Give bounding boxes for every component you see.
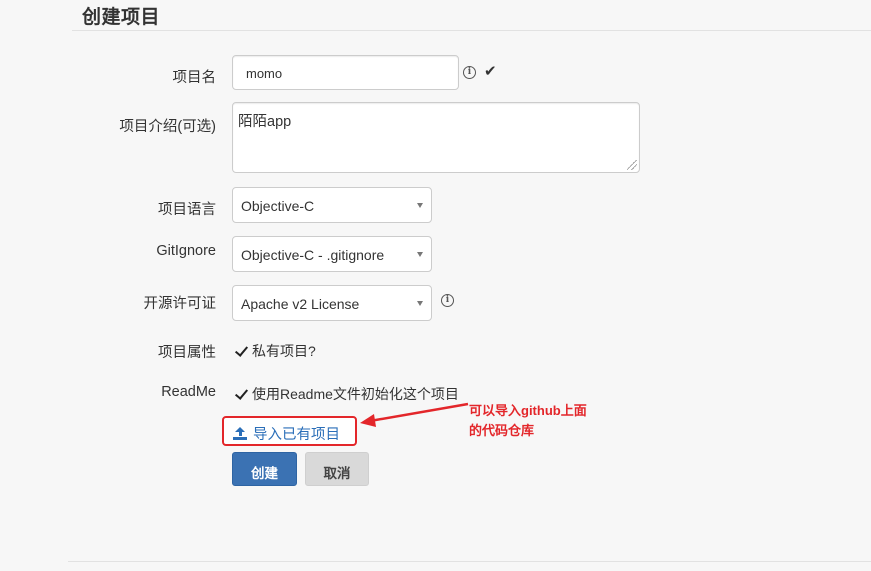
annotation-arrow: [360, 402, 469, 427]
upload-icon: [233, 427, 247, 440]
readme-label: ReadMe: [161, 384, 216, 400]
chevron-down-icon: [417, 252, 423, 257]
annotation-text: 可以导入github上面 的代码仓库: [469, 401, 609, 441]
resize-grip-icon[interactable]: [627, 160, 637, 170]
annotation-line-2: 的代码仓库: [469, 423, 535, 438]
page-title: 创建项目: [82, 7, 161, 28]
visibility-label: 项目属性: [158, 345, 216, 361]
annotation-line-1: 可以导入github上面: [469, 403, 587, 418]
info-icon[interactable]: i: [441, 294, 454, 307]
chevron-down-icon: [417, 203, 423, 208]
project-name-input[interactable]: momo: [232, 55, 459, 90]
project-name-label: 项目名: [172, 70, 217, 86]
license-label: 开源许可证: [143, 296, 217, 312]
project-language-label: 项目语言: [158, 202, 216, 218]
cancel-button[interactable]: 取消: [305, 452, 369, 486]
import-existing-project-link[interactable]: 导入已有项目: [222, 416, 357, 446]
check-icon: ✔: [484, 63, 497, 80]
project-description-label: 项目介绍(可选): [119, 119, 216, 135]
license-value: Apache v2 License: [241, 296, 360, 312]
import-existing-project-label: 导入已有项目: [253, 427, 340, 443]
create-button[interactable]: 创建: [232, 452, 297, 486]
gitignore-value: Objective-C - .gitignore: [241, 247, 385, 263]
bottom-divider: [68, 561, 871, 562]
chevron-down-icon: [417, 301, 423, 306]
readme-checkbox[interactable]: [235, 388, 247, 400]
project-description-textarea[interactable]: 陌陌app: [232, 102, 640, 173]
project-language-select[interactable]: Objective-C: [232, 187, 432, 223]
gitignore-select[interactable]: Objective-C - .gitignore: [232, 236, 432, 272]
private-project-checkbox-row[interactable]: 私有项目?: [235, 341, 316, 361]
private-project-checkbox-label: 私有项目?: [252, 343, 316, 359]
license-select[interactable]: Apache v2 License: [232, 285, 432, 321]
info-icon[interactable]: i: [463, 66, 476, 79]
title-divider: [72, 30, 871, 31]
private-project-checkbox[interactable]: [235, 345, 247, 357]
project-description-value: 陌陌app: [238, 114, 292, 130]
gitignore-label: GitIgnore: [156, 243, 216, 259]
project-language-value: Objective-C: [241, 198, 315, 214]
